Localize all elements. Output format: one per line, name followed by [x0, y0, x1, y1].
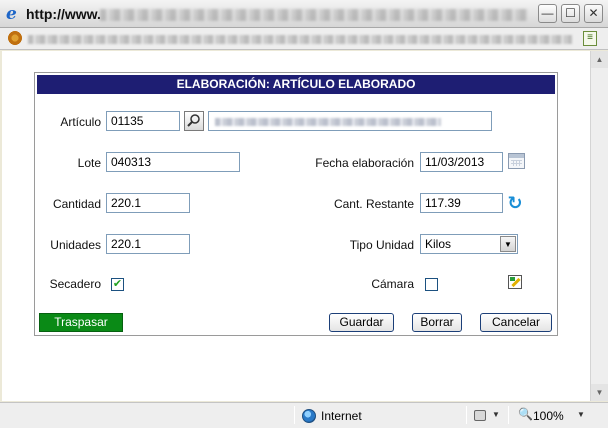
articulo-input[interactable]: 01135 — [106, 111, 180, 131]
redacted-description — [215, 118, 441, 126]
minimize-button[interactable]: — — [538, 4, 557, 23]
borrar-button[interactable]: Borrar — [412, 313, 462, 332]
globe-icon — [302, 409, 316, 423]
address-bar: ≡ — [0, 28, 608, 50]
edit-icon[interactable] — [508, 275, 522, 289]
zoom-icon[interactable]: 🔍 — [518, 408, 533, 420]
calendar-icon[interactable] — [508, 153, 525, 169]
redacted-address-url — [28, 35, 572, 44]
secadero-checkbox[interactable]: ✔ — [111, 278, 124, 291]
articulo-label: Artículo — [60, 115, 101, 129]
vertical-scrollbar[interactable]: ▲ ▼ — [590, 51, 608, 401]
chevron-down-icon[interactable]: ▼ — [500, 236, 516, 252]
search-articulo-button[interactable] — [184, 111, 204, 131]
cancelar-button[interactable]: Cancelar — [480, 313, 552, 332]
fecha-elaboracion-input[interactable]: 11/03/2013 — [420, 152, 503, 172]
unidades-input[interactable]: 220.1 — [106, 234, 190, 254]
site-favicon-icon — [8, 31, 22, 45]
camara-label: Cámara — [371, 277, 414, 291]
chevron-down-icon[interactable]: ▼ — [577, 410, 585, 419]
window-title: http://www. — [26, 6, 101, 22]
maximize-button[interactable]: ☐ — [561, 4, 580, 23]
secadero-label: Secadero — [49, 277, 101, 291]
window-titlebar: e http://www. — ☐ ✕ — [0, 0, 608, 28]
status-separator — [294, 406, 295, 424]
redacted-title-url — [100, 9, 528, 21]
fecha-elaboracion-label: Fecha elaboración — [315, 156, 414, 170]
lote-input[interactable]: 040313 — [106, 152, 240, 172]
tipo-unidad-selected-value: Kilos — [425, 237, 452, 251]
lote-label: Lote — [77, 156, 101, 170]
elaboracion-dialog: ELABORACIÓN: ARTÍCULO ELABORADO Artículo… — [34, 72, 558, 336]
tipo-unidad-label: Tipo Unidad — [349, 238, 414, 252]
status-bar: Internet ▼ 🔍 100% ▼ — [0, 402, 608, 428]
cant-restante-label: Cant. Restante — [333, 197, 414, 211]
cant-restante-input[interactable]: 117.39 — [420, 193, 503, 213]
protected-mode-icon[interactable] — [474, 410, 486, 421]
zoom-level[interactable]: 100% — [533, 409, 564, 423]
guardar-button[interactable]: Guardar — [329, 313, 394, 332]
cantidad-label: Cantidad — [52, 197, 101, 211]
articulo-description-field[interactable] — [208, 111, 492, 131]
close-button[interactable]: ✕ — [584, 4, 603, 23]
scroll-up-arrow-icon[interactable]: ▲ — [591, 51, 608, 68]
security-zone: Internet — [321, 409, 362, 423]
status-separator — [466, 406, 467, 424]
page-icon[interactable]: ≡ — [583, 31, 597, 46]
camara-checkbox[interactable] — [425, 278, 438, 291]
dialog-title: ELABORACIÓN: ARTÍCULO ELABORADO — [37, 75, 555, 94]
magnifier-icon — [187, 114, 200, 127]
browser-e-icon: e — [6, 4, 17, 24]
scroll-down-arrow-icon[interactable]: ▼ — [591, 384, 608, 401]
status-separator — [508, 406, 509, 424]
tipo-unidad-select[interactable]: Kilos ▼ — [420, 234, 518, 254]
cantidad-input[interactable]: 220.1 — [106, 193, 190, 213]
traspasar-button[interactable]: Traspasar — [39, 313, 123, 332]
chevron-down-icon[interactable]: ▼ — [492, 410, 500, 419]
unidades-label: Unidades — [50, 238, 101, 252]
refresh-icon[interactable]: ↻ — [506, 194, 524, 212]
